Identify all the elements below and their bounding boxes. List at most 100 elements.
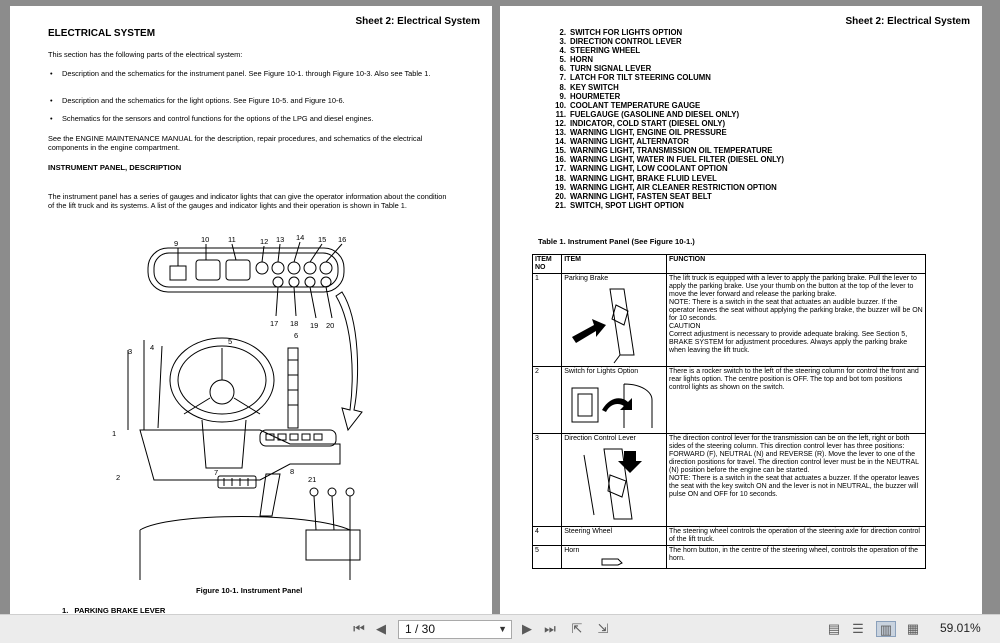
col-header-item-no: ITEM NO: [531, 254, 563, 274]
list-item-text: WARNING LIGHT, BRAKE FLUID LEVEL: [570, 173, 717, 183]
list-item-text: HORN: [570, 55, 593, 65]
horn-icon: [601, 558, 624, 566]
manual-reference: See the ENGINE MAINTENANCE MANUAL for th…: [48, 134, 423, 152]
callout-label: 14: [296, 233, 304, 242]
previous-page-icon[interactable]: ◀: [374, 621, 388, 637]
item-cell: Horn: [561, 545, 668, 569]
item-name: Switch for Lights Option: [564, 368, 639, 375]
item-no: 3: [531, 433, 563, 527]
list-item-text: DIRECTION CONTROL LEVER: [570, 37, 682, 47]
list-item: 8. KEY SWITCH: [550, 83, 784, 92]
parking-brake-illustration: [572, 288, 635, 364]
list-item: 11. FUELGAUGE (GASOLINE AND DIESEL ONLY): [550, 110, 784, 119]
component-list: 2. SWITCH FOR LIGHTS OPTION 3. DIRECTION CO…: [550, 28, 784, 210]
last-page-icon[interactable]: ⏭: [542, 621, 558, 637]
list-item-number: 4.: [559, 46, 566, 56]
list-item: 12. INDICATOR, COLD START (DIESEL ONLY): [550, 119, 784, 128]
list-item-text: WARNING LIGHT, ENGINE OIL PRESSURE: [570, 128, 727, 138]
single-page-view-icon[interactable]: ▤: [826, 621, 842, 637]
callout-label: 7: [214, 468, 218, 477]
callout-label: 18: [290, 319, 298, 328]
instrument-table: ITEM NO ITEM FUNCTION 1 Parking Brake Th…: [531, 254, 926, 569]
table-header-row: ITEM NO ITEM FUNCTION: [531, 254, 926, 274]
list-item-text: COOLANT TEMPERATURE GAUGE: [570, 100, 701, 110]
direction-lever-illustration: [583, 448, 643, 520]
list-item-text: TURN SIGNAL LEVER: [570, 64, 652, 74]
item-name: Parking Brake: [564, 275, 609, 282]
item-no: 2: [531, 366, 563, 434]
viewer-toolbar: ⏮ ◀ 1 / 30 ▼ ▶ ⏭ ⇱ ⇲ ▤ ☰ ▥ ▦ 59.01%: [0, 614, 1000, 643]
fuel-gauge-shape: [225, 259, 251, 281]
callout-label: 20: [326, 321, 334, 330]
list-item-number: 6.: [559, 64, 566, 74]
item-cell: Switch for Lights Option: [561, 366, 668, 434]
col-header-function: FUNCTION: [666, 254, 926, 274]
list-item-text: KEY SWITCH: [570, 82, 619, 92]
callout-label: 4: [150, 343, 154, 352]
bullet-text: Description and the schematics for the i…: [62, 69, 431, 78]
list-item: 16. WARNING LIGHT, WATER IN FUEL FILTER (…: [550, 155, 784, 164]
document-viewport[interactable]: Sheet 2: Electrical System ELECTRICAL SY…: [0, 0, 1000, 616]
bullet-item: • Schematics for the sensors and control…: [48, 114, 438, 123]
list-item-number: 10.: [555, 100, 566, 110]
list-item-text: SWITCH, SPOT LIGHT OPTION: [570, 200, 684, 210]
first-page-icon[interactable]: ⏮: [352, 621, 366, 637]
callout-arrow: [335, 291, 363, 432]
list-item: 15. WARNING LIGHT, TRANSMISSION OIL TEMPE…: [550, 146, 784, 155]
next-page-icon[interactable]: ▶: [520, 621, 534, 637]
table-row: 2 Switch for Lights Option There is a ro…: [531, 366, 926, 434]
list-item-text: SWITCH FOR LIGHTS OPTION: [570, 28, 683, 37]
bullet-dot: •: [50, 96, 53, 105]
two-page-continuous-view-icon[interactable]: ▦: [904, 621, 922, 637]
chevron-down-icon[interactable]: ▼: [498, 621, 507, 638]
page-2: Sheet 2: Electrical System 2. SWITCH FOR …: [500, 6, 982, 616]
list-item-number: 21.: [555, 200, 566, 210]
bullet-item: • Description and the schematics for the…: [48, 69, 438, 78]
description-text: The instrument panel has a series of gau…: [48, 192, 447, 210]
page-number-input[interactable]: 1 / 30 ▼: [398, 620, 512, 639]
callout-label: 17: [270, 319, 278, 328]
bullet-dot: •: [50, 114, 53, 123]
item-name: Steering Wheel: [561, 526, 668, 546]
callout-label: 21: [308, 475, 316, 484]
bullet-dot: •: [50, 69, 53, 78]
list-item-number: 7.: [559, 73, 566, 83]
bullet-text: Schematics for the sensors and control f…: [62, 114, 374, 123]
go-forward-view-icon[interactable]: ⇲: [594, 621, 612, 637]
list-item-number: 12.: [555, 118, 566, 128]
callout-label: 15: [318, 235, 326, 244]
list-item: 9. HOURMETER: [550, 92, 784, 101]
list-item: 18. WARNING LIGHT, BRAKE FLUID LEVEL: [550, 174, 784, 183]
list-item-number: 13.: [555, 128, 566, 138]
intro-text: This section has the following parts of …: [48, 50, 243, 59]
item-name: Direction Control Lever: [564, 435, 636, 442]
go-back-view-icon[interactable]: ⇱: [568, 621, 586, 637]
function-text: The horn button, in the centre of the st…: [666, 545, 926, 569]
item-no: 1: [531, 273, 563, 367]
table-caption: Table 1. Instrument Panel (See Figure 10…: [538, 237, 695, 246]
list-item-number: 11.: [555, 109, 566, 119]
sheet-header: Sheet 2: Electrical System: [355, 16, 480, 27]
zoom-level[interactable]: 59.01%: [940, 621, 981, 635]
list-item-number: 2.: [559, 28, 566, 37]
item-no: 5: [531, 545, 563, 569]
list-item: 4. STEERING WHEEL: [550, 46, 784, 55]
bullet-item: • Description and the schematics for the…: [48, 96, 438, 105]
callout-label: 11: [228, 235, 236, 244]
two-page-view-icon[interactable]: ▥: [876, 621, 896, 637]
page-number-value: 1 / 30: [405, 622, 436, 636]
callout-label: 13: [276, 235, 284, 244]
sheet-header: Sheet 2: Electrical System: [845, 16, 970, 27]
list-item-number: 20.: [555, 191, 566, 201]
list-item-text: WARNING LIGHT, TRANSMISSION OIL TEMPERAT…: [570, 146, 773, 156]
subheading: INSTRUMENT PANEL, DESCRIPTION: [48, 163, 182, 172]
light-switch-illustration: [571, 383, 653, 428]
list-item-text: WARNING LIGHT, LOW COOLANT OPTION: [570, 164, 728, 174]
list-item: 13. WARNING LIGHT, ENGINE OIL PRESSURE: [550, 128, 784, 137]
table-row: 5 Horn The horn button, in the centre of…: [531, 545, 926, 569]
continuous-view-icon[interactable]: ☰: [850, 621, 866, 637]
list-item-number: 5.: [559, 55, 566, 65]
arrow-icon: [618, 451, 643, 473]
function-text: There is a rocker switch to the left of …: [666, 366, 926, 434]
list-item: 14. WARNING LIGHT, ALTERNATOR: [550, 137, 784, 146]
